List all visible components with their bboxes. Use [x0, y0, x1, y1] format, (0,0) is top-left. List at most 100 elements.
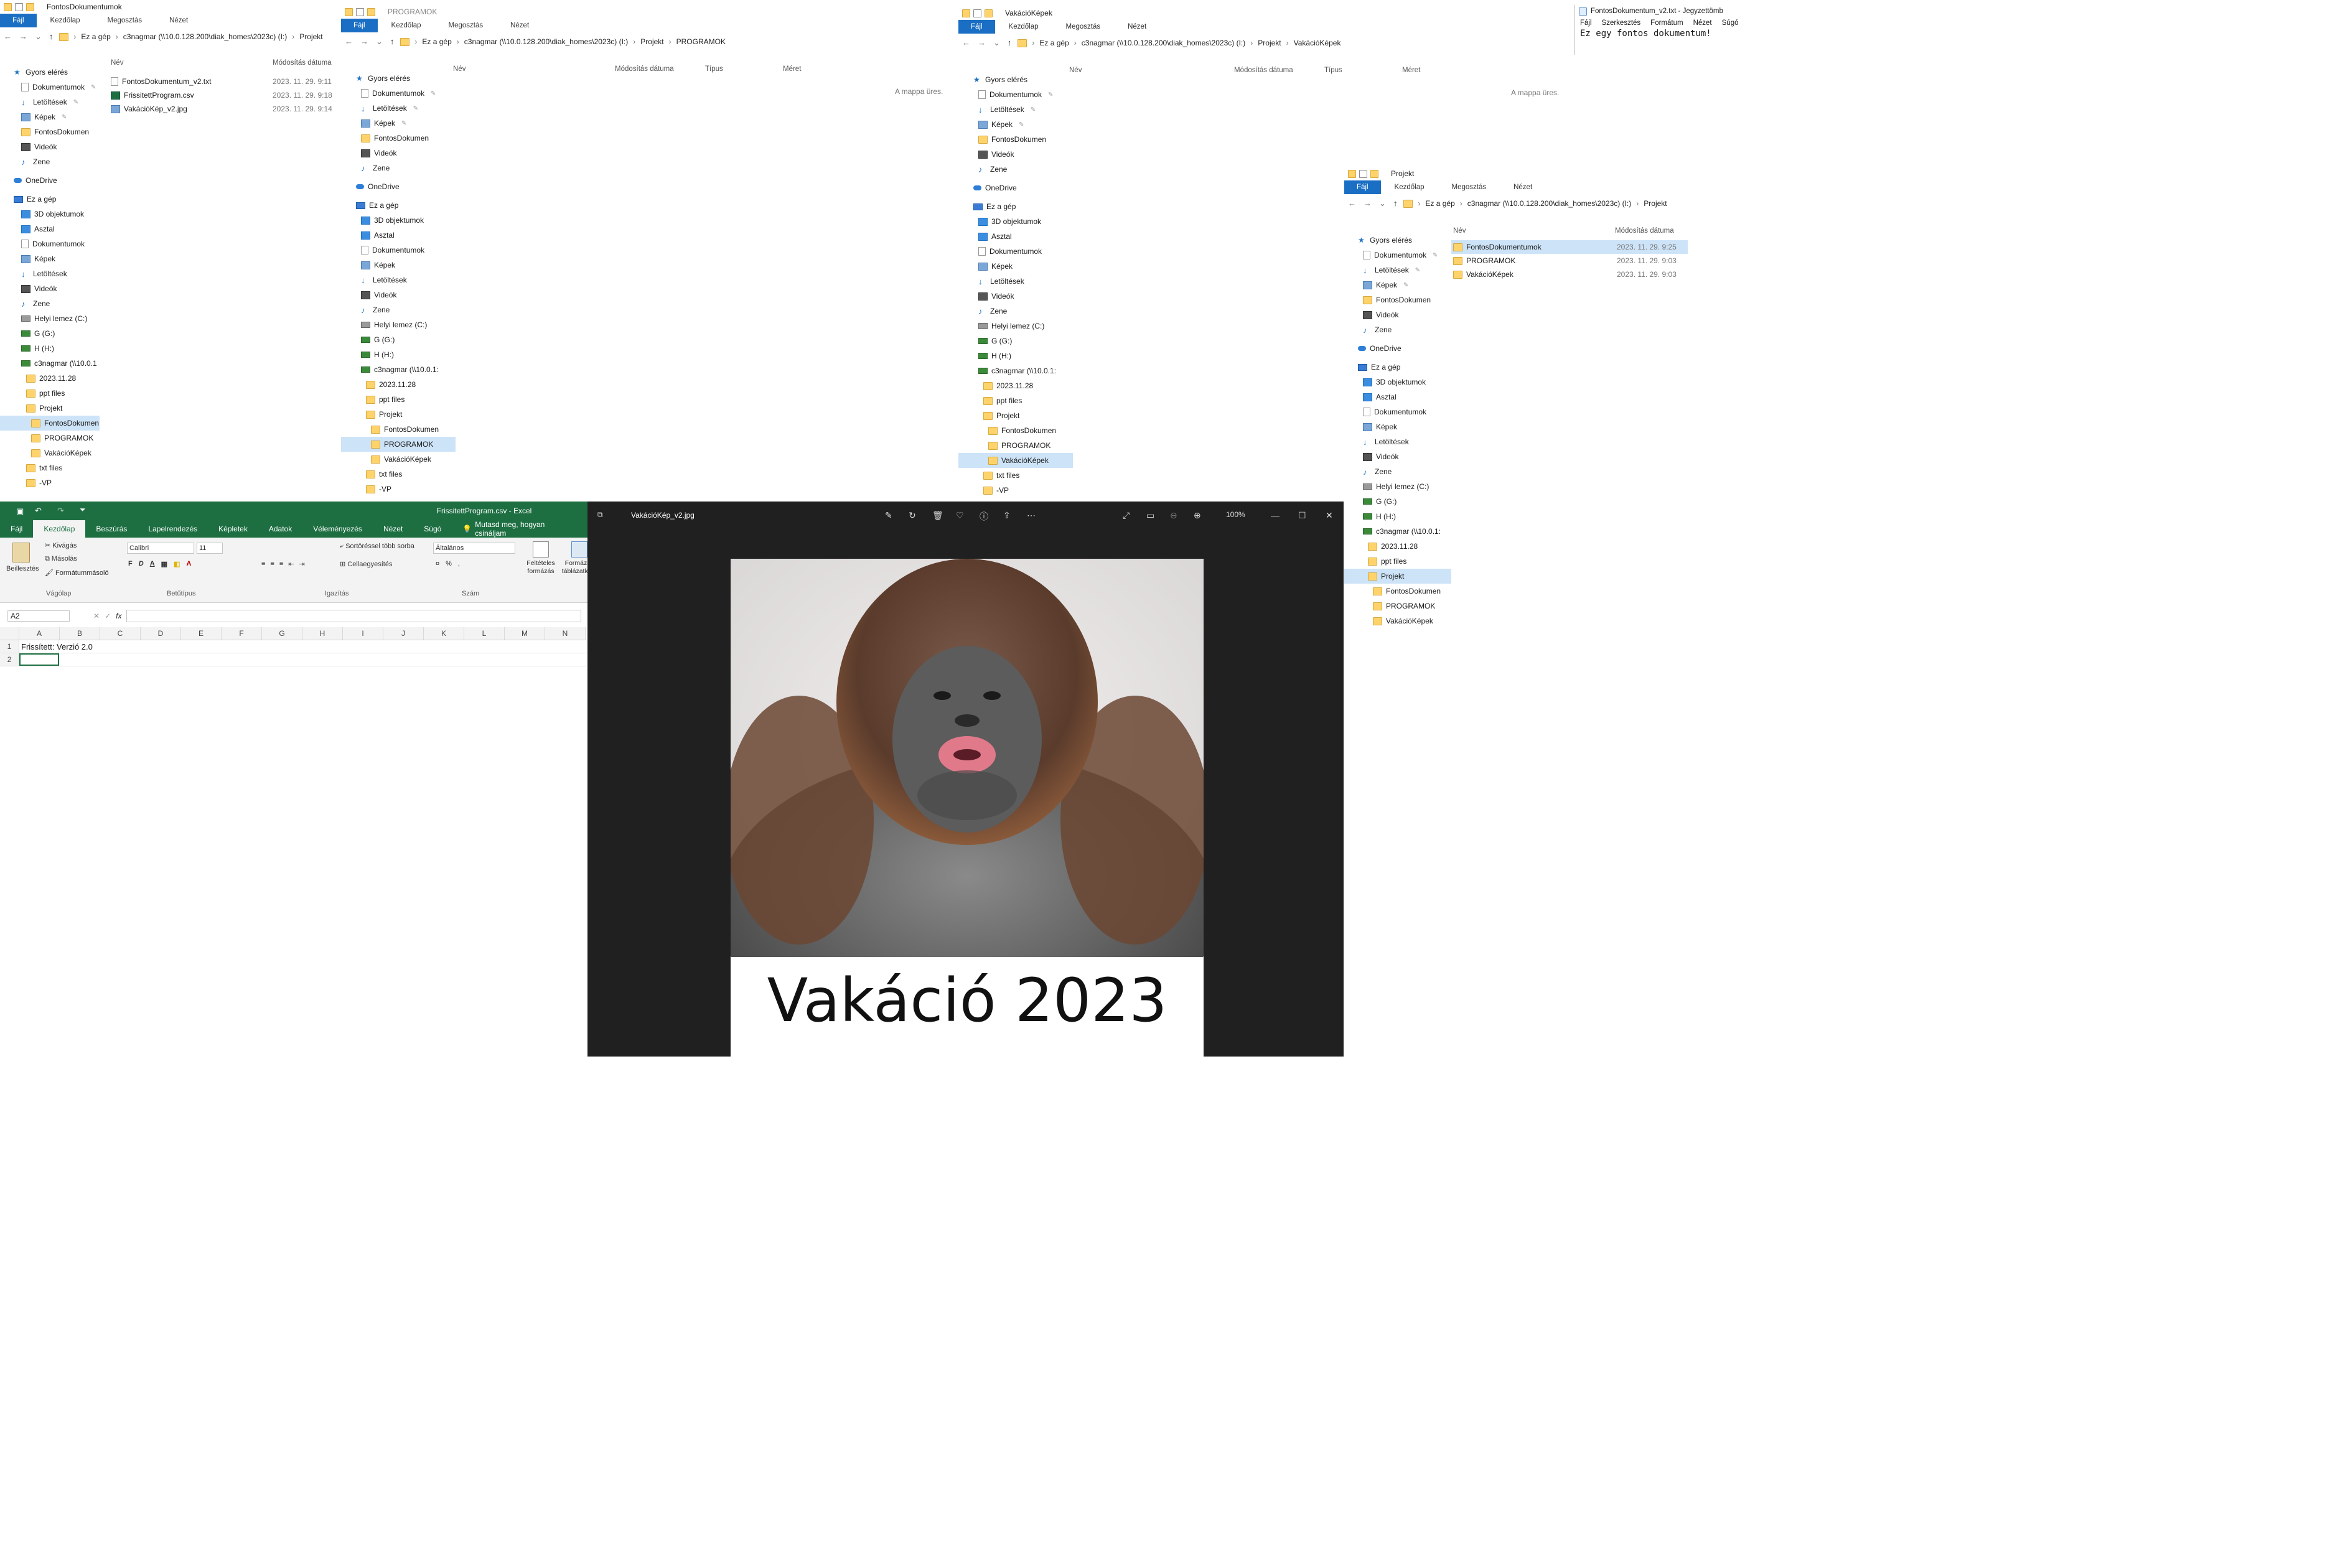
- menu-edit[interactable]: Szerkesztés: [1602, 19, 1641, 27]
- column-header[interactable]: B: [60, 627, 100, 640]
- nav-folder[interactable]: txt files: [0, 460, 100, 475]
- customize-icon[interactable]: ⏷: [80, 505, 86, 515]
- nav-folder[interactable]: FontosDokumen: [1358, 584, 1451, 599]
- breadcrumb-drive[interactable]: c3nagmar (\\10.0.128.200\diak_homes\2023…: [123, 32, 287, 41]
- nav-item-local-disk[interactable]: Helyi lemez (C:): [973, 319, 1073, 334]
- forward-icon[interactable]: →: [978, 38, 986, 48]
- nav-this-pc[interactable]: Ez a gép: [1358, 360, 1451, 375]
- breadcrumb-projekt[interactable]: Projekt: [1258, 39, 1281, 47]
- border-icon[interactable]: ▦: [161, 560, 167, 568]
- align-left-icon[interactable]: ≡: [261, 560, 265, 568]
- cell-a2-active[interactable]: [19, 653, 59, 666]
- breadcrumb-this-pc[interactable]: Ez a gép: [81, 32, 110, 41]
- nav-item-music[interactable]: ♪ Zene: [356, 302, 456, 317]
- nav-item-c3nagmar[interactable]: c3nagmar (\\10.0.1:: [973, 363, 1073, 378]
- breadcrumb-this-pc[interactable]: Ez a gép: [1425, 199, 1454, 208]
- file-row[interactable]: VakációKépek 2023. 11. 29. 9:03: [1451, 268, 1688, 281]
- nav-item-fontos[interactable]: FontosDokumen: [356, 131, 456, 146]
- row-header[interactable]: 2: [0, 653, 19, 666]
- nav-this-pc[interactable]: Ez a gép: [0, 192, 100, 207]
- column-header[interactable]: D: [141, 627, 181, 640]
- underline-icon[interactable]: A: [150, 560, 155, 568]
- nav-item-3d[interactable]: 3D objektumok: [1358, 375, 1451, 390]
- tab-share[interactable]: Megosztás: [1438, 180, 1500, 194]
- properties-icon[interactable]: [356, 7, 364, 16]
- tab-file[interactable]: Fájl: [341, 19, 378, 32]
- back-icon[interactable]: ←: [1348, 198, 1356, 208]
- nav-item-h-drive[interactable]: H (H:): [973, 348, 1073, 363]
- breadcrumb-drive[interactable]: c3nagmar (\\10.0.128.200\diak_homes\2023…: [1082, 39, 1245, 47]
- nav-onedrive[interactable]: OneDrive: [1358, 341, 1451, 356]
- nav-folder[interactable]: ppt files: [1358, 554, 1451, 569]
- percent-icon[interactable]: %: [446, 560, 452, 567]
- nav-folder[interactable]: 2023.11.28: [1358, 539, 1451, 554]
- merge-button[interactable]: ⊞ Cellaegyesítés: [340, 560, 392, 568]
- nav-item-documents[interactable]: Dokumentumok: [0, 236, 100, 251]
- up-icon[interactable]: ↑: [1393, 198, 1398, 208]
- cut-button[interactable]: ✂ Kivágás: [45, 541, 77, 549]
- col-name[interactable]: Név: [111, 59, 273, 67]
- menu-file[interactable]: Fájl: [1580, 19, 1592, 27]
- formula-input[interactable]: [126, 610, 581, 622]
- back-icon[interactable]: ←: [4, 32, 12, 42]
- favorite-icon[interactable]: ♡: [956, 510, 964, 521]
- nav-folder[interactable]: txt files: [356, 467, 456, 482]
- nav-item-g-drive[interactable]: G (G:): [1358, 494, 1451, 509]
- number-format-select[interactable]: Általános: [433, 543, 515, 554]
- rotate-icon[interactable]: ↻: [909, 510, 916, 521]
- zoom-in-icon[interactable]: ⊕: [1194, 510, 1201, 521]
- zoom-out-icon[interactable]: ⊖: [1170, 510, 1177, 521]
- nav-item-3d[interactable]: 3D objektumok: [973, 214, 1073, 229]
- col-date[interactable]: Módosítás dátuma: [273, 59, 332, 67]
- nav-item-videos[interactable]: Videók: [973, 289, 1073, 304]
- nav-quick-access[interactable]: ★ Gyors elérés: [973, 72, 1073, 87]
- nav-folder-selected[interactable]: Projekt: [1344, 569, 1451, 584]
- undo-icon[interactable]: ↶: [35, 506, 42, 516]
- redo-icon[interactable]: ↷: [57, 506, 64, 516]
- tab-file[interactable]: Fájl: [0, 520, 33, 538]
- nav-folder-selected[interactable]: PROGRAMOK: [341, 437, 456, 452]
- nav-item-g-drive[interactable]: G (G:): [973, 334, 1073, 348]
- text-editor[interactable]: Ez egy fontos dokumentum!: [1575, 29, 1756, 39]
- tell-me-box[interactable]: 💡 Mutasd meg, hogyan csináljam: [452, 520, 587, 538]
- align-center-icon[interactable]: ≡: [270, 560, 274, 568]
- cancel-icon[interactable]: ✕: [93, 612, 100, 620]
- nav-item-documents[interactable]: Dokumentumok ✎: [356, 86, 456, 101]
- select-all-corner[interactable]: [0, 627, 19, 640]
- nav-item-local-disk[interactable]: Helyi lemez (C:): [0, 311, 100, 326]
- nav-item-local-disk[interactable]: Helyi lemez (C:): [356, 317, 456, 332]
- nav-folder[interactable]: PROGRAMOK: [0, 431, 100, 446]
- recent-icon[interactable]: ⌄: [376, 37, 383, 47]
- save-icon[interactable]: ▣: [16, 506, 24, 516]
- nav-item-videos[interactable]: Videók: [0, 281, 100, 296]
- font-color-icon[interactable]: A: [186, 560, 191, 568]
- breadcrumb-programok[interactable]: PROGRAMOK: [676, 37, 726, 46]
- nav-folder[interactable]: ppt files: [0, 386, 100, 401]
- tab-page-layout[interactable]: Lapelrendezés: [138, 520, 208, 538]
- nav-folder[interactable]: FontosDokumen: [973, 423, 1073, 438]
- nav-item-downloads[interactable]: ↓ Letöltések: [0, 266, 100, 281]
- nav-folder[interactable]: PROGRAMOK: [1358, 599, 1451, 614]
- tab-view[interactable]: Nézet: [156, 14, 202, 27]
- nav-item-documents[interactable]: Dokumentumok ✎: [0, 80, 100, 95]
- col-date[interactable]: Módosítás dátuma: [1615, 227, 1674, 235]
- format-painter-button[interactable]: 🖌 Formátummásoló: [45, 569, 109, 577]
- tab-view[interactable]: Nézet: [1114, 20, 1160, 34]
- recent-icon[interactable]: ⌄: [35, 32, 42, 42]
- up-icon[interactable]: ↑: [1008, 38, 1012, 48]
- column-header[interactable]: G: [262, 627, 302, 640]
- enter-icon[interactable]: ✓: [105, 612, 111, 620]
- breadcrumb-projekt[interactable]: Projekt: [1644, 199, 1667, 208]
- fullscreen-icon[interactable]: ⤢: [1123, 510, 1130, 521]
- wrap-text-button[interactable]: ⤶ Sortöréssel több sorba: [340, 543, 414, 551]
- nav-item-desktop[interactable]: Asztal: [0, 222, 100, 236]
- nav-item-downloads[interactable]: ↓ Letöltések ✎: [0, 95, 100, 110]
- tab-home[interactable]: Kezdőlap: [995, 20, 1052, 34]
- nav-item-pictures[interactable]: Képek ✎: [0, 110, 100, 124]
- nav-folder[interactable]: ppt files: [356, 392, 456, 407]
- back-icon[interactable]: ←: [345, 37, 353, 47]
- col-name[interactable]: Név: [1453, 227, 1615, 235]
- tab-share[interactable]: Megosztás: [435, 19, 497, 32]
- file-row[interactable]: FrissitettProgram.csv 2023. 11. 29. 9:18: [111, 88, 332, 102]
- comma-icon[interactable]: ,: [458, 560, 460, 567]
